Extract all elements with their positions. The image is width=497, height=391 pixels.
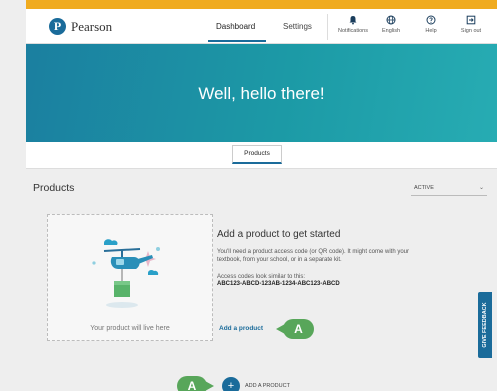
annotation-callout-a: A: [276, 319, 314, 339]
sign-out-icon: [466, 15, 476, 25]
app-window: P Pearson Dashboard Settings Notificatio…: [26, 9, 497, 391]
annotation-callout-a-bottom: A: [177, 376, 214, 391]
content-tab-bar: Products: [26, 142, 497, 169]
add-product-button[interactable]: +: [222, 377, 240, 391]
give-feedback-tab[interactable]: GIVE FEEDBACK: [478, 292, 492, 358]
active-tab-indicator: [208, 40, 266, 42]
tab-products[interactable]: Products: [232, 145, 282, 164]
product-placeholder-card: Your product will live here: [47, 214, 213, 341]
notifications-label: Notifications: [338, 28, 368, 34]
give-feedback-label: GIVE FEEDBACK: [482, 302, 488, 348]
access-code-example: ABC123-ABCD-123AB-1234-ABC123-ABCD: [217, 281, 340, 287]
empty-state-text: Add a product to get started You'll need…: [217, 214, 447, 287]
helicopter-illustration: [92, 239, 160, 308]
plus-icon: +: [227, 380, 235, 391]
welcome-heading: Well, hello there!: [198, 84, 325, 103]
logo-mark: P: [49, 18, 66, 35]
top-navigation-bar: P Pearson Dashboard Settings Notificatio…: [26, 9, 497, 44]
tab-settings[interactable]: Settings: [283, 22, 312, 31]
bell-icon: [349, 16, 357, 25]
nav-divider: [327, 14, 328, 40]
add-product-button-label[interactable]: ADD A PRODUCT: [245, 383, 290, 389]
logo-wordmark: Pearson: [71, 18, 113, 34]
empty-state-title: Add a product to get started: [217, 229, 341, 240]
access-code-label: Access codes look similar to this:: [217, 274, 306, 280]
language-button[interactable]: English: [370, 15, 412, 34]
status-filter-select[interactable]: ACTIVE ⌄: [411, 182, 487, 196]
globe-icon: [386, 15, 396, 25]
sign-out-label: Sign out: [460, 28, 482, 34]
chevron-down-icon: ⌄: [478, 185, 484, 191]
help-label: Help: [425, 28, 437, 34]
placeholder-caption: Your product will live here: [90, 325, 170, 332]
help-button[interactable]: Help: [410, 15, 452, 34]
help-icon: [426, 15, 436, 25]
products-heading: Products: [33, 182, 75, 194]
tab-dashboard[interactable]: Dashboard: [216, 22, 255, 31]
status-filter-value: ACTIVE: [414, 185, 434, 191]
language-label: English: [381, 28, 401, 34]
notifications-button[interactable]: Notifications: [332, 15, 374, 34]
pearson-logo[interactable]: P Pearson: [49, 18, 112, 35]
welcome-banner: Well, hello there!: [26, 44, 497, 142]
products-header: Products ACTIVE ⌄: [26, 170, 497, 210]
sign-out-button[interactable]: Sign out: [450, 15, 492, 34]
background-strip: [0, 0, 26, 391]
add-product-link[interactable]: Add a product: [219, 325, 263, 332]
empty-state-description: You'll need a product access code (or QR…: [217, 249, 410, 263]
